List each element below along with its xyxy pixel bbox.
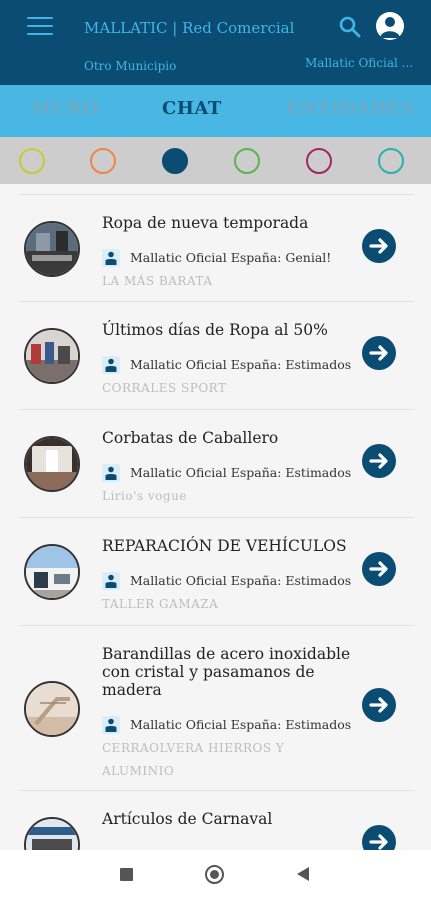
- chat-title: Corbatas de Caballero: [102, 429, 279, 447]
- entity-name: CORRALES SPORT: [102, 381, 227, 395]
- arrow-right-icon[interactable]: [362, 552, 396, 586]
- user-icon: [102, 716, 120, 734]
- app-title: MALLATIC | Red Comercial: [84, 19, 295, 37]
- category-filter-1[interactable]: [19, 148, 45, 174]
- system-navigation-bar: [0, 850, 431, 900]
- chat-item[interactable]: Artículos de Carnaval: [20, 791, 415, 850]
- last-message: Mallatic Oficial España: Estimados: [102, 463, 360, 483]
- category-filter-2[interactable]: [90, 148, 116, 174]
- entity-name: TALLER GAMAZA: [102, 597, 219, 611]
- entity-name: CERRAOLVERA HIERROS Y ALUMINIO: [102, 741, 285, 778]
- tab-muro[interactable]: MURO: [31, 98, 99, 119]
- user-icon: [102, 356, 120, 374]
- user-icon: [102, 249, 120, 267]
- tab-entidades[interactable]: ENTIDADES: [286, 98, 414, 119]
- last-message-text: Mallatic Oficial España: Estimados: [130, 465, 352, 480]
- last-message: Mallatic Oficial España: Estimados: [102, 355, 360, 375]
- chat-item[interactable]: Últimos días de Ropa al 50% Mallatic Ofi…: [20, 302, 415, 410]
- last-message: Mallatic Oficial España: Estimados: [102, 715, 360, 735]
- chat-title: Ropa de nueva temporada: [102, 214, 309, 232]
- arrow-right-icon[interactable]: [362, 229, 396, 263]
- chat-title: Artículos de Carnaval: [102, 810, 273, 828]
- chat-thumbnail: [24, 681, 80, 737]
- last-message: Mallatic Oficial España: Estimados: [102, 571, 360, 591]
- chat-title: REPARACIÓN DE VEHÍCULOS: [102, 537, 347, 555]
- account-name[interactable]: Mallatic Oficial ...: [305, 56, 417, 70]
- chat-thumbnail: [24, 221, 80, 277]
- tab-chat[interactable]: CHAT: [162, 98, 222, 119]
- last-message-text: Mallatic Oficial España: Estimados: [130, 573, 352, 588]
- tab-bar: MURO CHAT ENTIDADES: [0, 85, 431, 137]
- menu-icon[interactable]: [27, 17, 53, 37]
- municipality-selector[interactable]: Otro Municipio: [84, 59, 176, 73]
- chat-thumbnail: [24, 544, 80, 600]
- recent-apps-icon[interactable]: [120, 868, 133, 881]
- category-filter-3[interactable]: [162, 148, 188, 174]
- chat-item[interactable]: Ropa de nueva temporada Mallatic Oficial…: [20, 194, 415, 302]
- category-filter-bar: [0, 137, 431, 184]
- last-message: Mallatic Oficial España: Genial!: [102, 248, 360, 268]
- arrow-right-icon[interactable]: [362, 336, 396, 370]
- arrow-right-icon[interactable]: [362, 444, 396, 478]
- category-filter-4[interactable]: [234, 148, 260, 174]
- app-header: MALLATIC | Red Comercial Otro Municipio …: [0, 0, 431, 85]
- last-message-text: Mallatic Oficial España: Estimados: [130, 357, 352, 372]
- chat-item[interactable]: REPARACIÓN DE VEHÍCULOS Mallatic Oficial…: [20, 518, 415, 626]
- chat-item[interactable]: Barandillas de acero inoxidable con cris…: [20, 626, 415, 791]
- entity-name: LA MÁS BARATA: [102, 274, 213, 288]
- chat-list: Ropa de nueva temporada Mallatic Oficial…: [0, 184, 431, 850]
- last-message-text: Mallatic Oficial España: Genial!: [130, 250, 332, 265]
- chat-thumbnail: [24, 817, 80, 850]
- arrow-right-icon[interactable]: [362, 688, 396, 722]
- arrow-right-icon[interactable]: [362, 825, 396, 850]
- entity-name: Lirio's vogue: [102, 489, 187, 503]
- chat-thumbnail: [24, 436, 80, 492]
- chat-item[interactable]: Corbatas de Caballero Mallatic Oficial E…: [20, 410, 415, 518]
- user-icon[interactable]: [376, 12, 404, 40]
- back-icon[interactable]: [297, 867, 309, 881]
- home-icon[interactable]: [205, 865, 224, 884]
- last-message-text: Mallatic Oficial España: Estimados: [130, 717, 352, 732]
- chat-title: Últimos días de Ropa al 50%: [102, 321, 328, 339]
- search-icon[interactable]: [337, 14, 363, 40]
- category-filter-6[interactable]: [378, 148, 404, 174]
- chat-title: Barandillas de acero inoxidable con cris…: [102, 645, 351, 699]
- chat-thumbnail: [24, 328, 80, 384]
- user-icon: [102, 572, 120, 590]
- user-icon: [102, 464, 120, 482]
- category-filter-5[interactable]: [306, 148, 332, 174]
